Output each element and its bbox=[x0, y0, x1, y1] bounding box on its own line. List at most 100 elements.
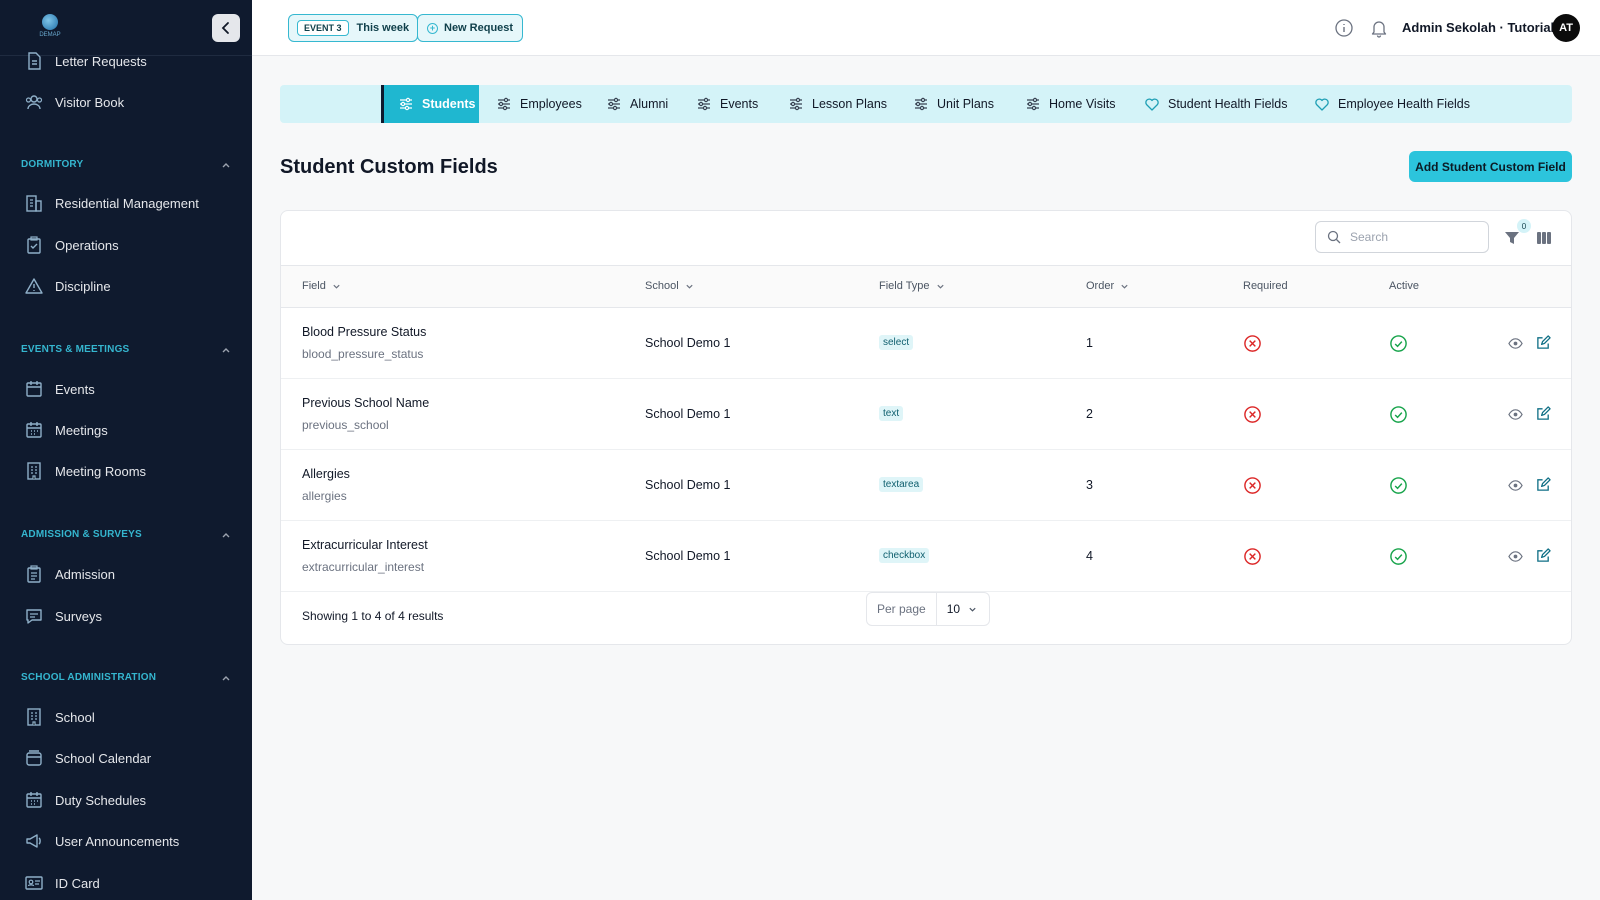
tab-events[interactable]: Events bbox=[682, 85, 772, 123]
column-header-order[interactable]: Order bbox=[1086, 280, 1129, 292]
avatar[interactable]: AT bbox=[1552, 14, 1580, 42]
event-label: This week bbox=[356, 22, 410, 34]
tab-home-visits[interactable]: Home Visits bbox=[1011, 85, 1129, 123]
table-header: Field School Field Type Order Required A… bbox=[281, 265, 1571, 308]
per-page-select[interactable]: Per page 10 bbox=[866, 592, 990, 626]
eye-icon[interactable] bbox=[1508, 407, 1523, 422]
field-type-badge: textarea bbox=[879, 477, 924, 492]
sliders-icon bbox=[1027, 97, 1039, 111]
sidebar-item-label: Surveys bbox=[55, 608, 102, 624]
tab-lesson-plans[interactable]: Lesson Plans bbox=[774, 85, 901, 123]
columns-icon[interactable] bbox=[1535, 229, 1553, 247]
field-key: extracurricular_interest bbox=[302, 560, 425, 574]
column-header-field-type[interactable]: Field Type bbox=[879, 280, 945, 292]
tab-alumni[interactable]: Alumni bbox=[592, 85, 682, 123]
sidebar-section-school-administration[interactable]: SCHOOL ADMINISTRATION bbox=[21, 672, 231, 683]
column-header-field[interactable]: Field bbox=[302, 280, 341, 292]
sidebar-item-events[interactable]: Events bbox=[24, 377, 95, 401]
order-value: 2 bbox=[1086, 407, 1093, 421]
building-icon bbox=[27, 462, 41, 480]
school-name: School Demo 1 bbox=[645, 336, 731, 350]
sidebar-item-duty-schedules[interactable]: Duty Schedules bbox=[24, 788, 146, 812]
document-icon bbox=[28, 52, 41, 70]
eye-icon[interactable] bbox=[1508, 549, 1523, 564]
heart-icon bbox=[1315, 98, 1329, 111]
sidebar-item-admission[interactable]: Admission bbox=[24, 562, 115, 586]
sidebar-item-letter-requests[interactable]: Letter Requests bbox=[24, 49, 147, 73]
order-value: 4 bbox=[1086, 549, 1093, 563]
column-header-label: Field Type bbox=[879, 280, 930, 292]
add-student-custom-field-button[interactable]: Add Student Custom Field bbox=[1409, 151, 1572, 182]
sidebar-item-meeting-rooms[interactable]: Meeting Rooms bbox=[24, 459, 146, 483]
chevron-up-icon bbox=[222, 532, 230, 537]
eye-icon[interactable] bbox=[1508, 478, 1523, 493]
field-name: Blood Pressure Status bbox=[302, 325, 427, 339]
sidebar-item-label: User Announcements bbox=[55, 833, 180, 849]
search-icon bbox=[1327, 230, 1341, 244]
users-icon bbox=[25, 95, 43, 110]
calendar-icon bbox=[26, 381, 42, 397]
info-icon[interactable] bbox=[1334, 18, 1354, 38]
building-icon bbox=[26, 195, 42, 212]
sidebar-item-school[interactable]: School bbox=[24, 705, 95, 729]
sidebar-collapse-button[interactable] bbox=[212, 14, 240, 42]
column-header-school[interactable]: School bbox=[645, 280, 694, 292]
sidebar-item-label: Operations bbox=[55, 237, 119, 253]
tab-employee-health-fields[interactable]: Employee Health Fields bbox=[1300, 85, 1484, 123]
field-name: Previous School Name bbox=[302, 396, 430, 410]
sidebar-item-meetings[interactable]: Meetings bbox=[24, 418, 108, 442]
tab-student-health-fields[interactable]: Student Health Fields bbox=[1130, 85, 1302, 123]
check-circle-icon bbox=[1390, 406, 1407, 423]
sidebar-section-events-meetings[interactable]: EVENTS & MEETINGS bbox=[21, 344, 231, 355]
sidebar-section-dormitory[interactable]: DORMITORY bbox=[21, 159, 231, 170]
eye-icon[interactable] bbox=[1508, 336, 1523, 351]
sliders-icon bbox=[698, 97, 710, 111]
logo-text: DEMAP bbox=[39, 32, 61, 38]
clipboard-list-icon bbox=[27, 565, 41, 583]
logo[interactable]: DEMAP bbox=[34, 12, 66, 40]
sidebar-item-user-announcements[interactable]: User Announcements bbox=[24, 829, 179, 853]
sidebar-item-visitor-book[interactable]: Visitor Book bbox=[24, 90, 124, 114]
sidebar-item-residential-management[interactable]: Residential Management bbox=[24, 191, 199, 215]
section-title: ADMISSION & SURVEYS bbox=[21, 529, 142, 540]
tab-students[interactable]: Students bbox=[381, 85, 479, 123]
filter-icon[interactable] bbox=[1503, 229, 1521, 247]
chevron-up-icon bbox=[222, 162, 230, 167]
sidebar-item-label: Meetings bbox=[55, 422, 108, 438]
x-circle-icon bbox=[1244, 548, 1261, 565]
sidebar-item-operations[interactable]: Operations bbox=[24, 233, 119, 257]
user-name[interactable]: Admin Sekolah · Tutorial bbox=[1402, 20, 1554, 35]
tab-bar: Students Employees Alumni Events Lesson … bbox=[280, 85, 1572, 123]
bell-icon[interactable] bbox=[1369, 18, 1389, 38]
chevron-down-icon bbox=[1121, 284, 1128, 289]
edit-icon[interactable] bbox=[1536, 477, 1551, 492]
sidebar: DEMAP Letter Requests Visitor Book DORMI… bbox=[0, 0, 252, 900]
tab-label: Employee Health Fields bbox=[1338, 97, 1471, 111]
new-request-button[interactable]: + New Request bbox=[417, 14, 524, 42]
search-box[interactable] bbox=[1315, 221, 1489, 253]
chevron-up-icon bbox=[222, 675, 230, 680]
sidebar-item-surveys[interactable]: Surveys bbox=[24, 604, 102, 628]
search-input[interactable] bbox=[1350, 230, 1480, 244]
sidebar-section-admission-surveys[interactable]: ADMISSION & SURVEYS bbox=[21, 529, 231, 540]
sidebar-item-label: Visitor Book bbox=[55, 94, 125, 110]
tab-employees[interactable]: Employees bbox=[482, 85, 596, 123]
check-circle-icon bbox=[1390, 335, 1407, 352]
clipboard-check-icon bbox=[27, 236, 41, 254]
sidebar-item-school-calendar[interactable]: School Calendar bbox=[24, 746, 151, 770]
edit-icon[interactable] bbox=[1536, 335, 1551, 350]
event-button[interactable]: EVENT 3 This week bbox=[288, 14, 419, 42]
tab-unit-plans[interactable]: Unit Plans bbox=[899, 85, 1008, 123]
calendar-icon bbox=[26, 750, 42, 766]
edit-icon[interactable] bbox=[1536, 406, 1551, 421]
per-page-value[interactable]: 10 bbox=[937, 602, 987, 616]
x-circle-icon bbox=[1244, 477, 1261, 494]
sidebar-item-label: Letter Requests bbox=[55, 53, 147, 69]
edit-icon[interactable] bbox=[1536, 548, 1551, 563]
column-header-label: Field bbox=[302, 280, 326, 292]
sidebar-item-id-card[interactable]: ID Card bbox=[24, 871, 100, 895]
calendar-grid-icon bbox=[26, 792, 42, 808]
calendar-grid-icon bbox=[26, 422, 42, 438]
field-type-badge: text bbox=[879, 406, 904, 421]
sidebar-item-discipline[interactable]: Discipline bbox=[24, 274, 111, 298]
